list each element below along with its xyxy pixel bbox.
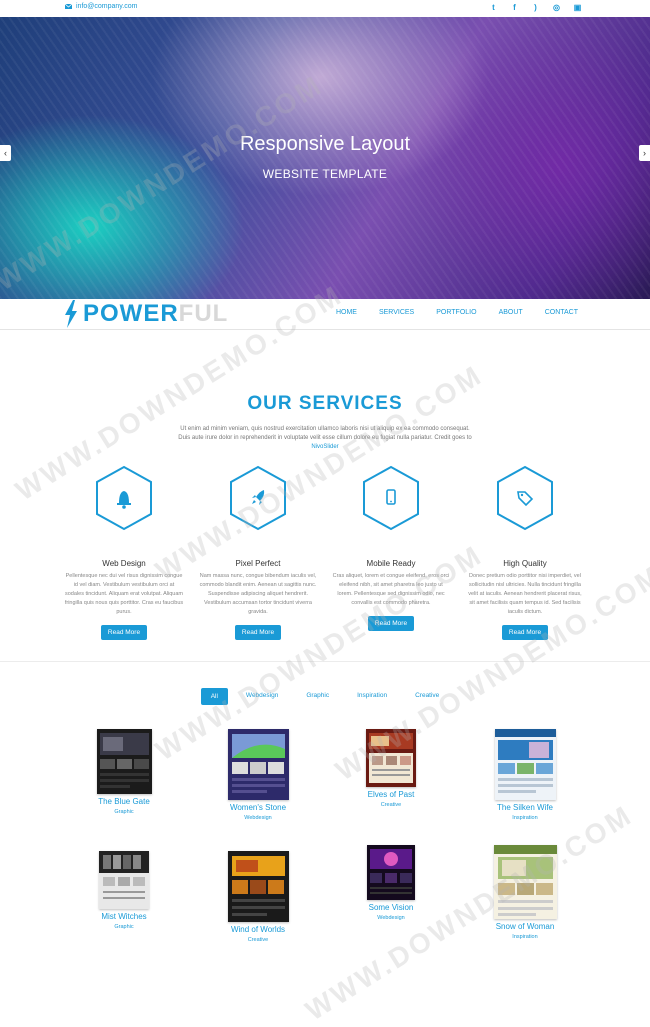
portfolio-title: The Silken Wife xyxy=(496,803,554,812)
nav-menu: HOME SERVICES PORTFOLIO ABOUT CONTACT xyxy=(336,309,578,316)
portfolio-category: Webdesign xyxy=(377,915,405,921)
filter-graphic[interactable]: Graphic xyxy=(296,688,339,705)
logo-part-power: POWER xyxy=(83,300,179,327)
service-card: Pixel Perfect Nam massa nunc, congue bib… xyxy=(198,465,318,640)
portfolio-category: Inspiration xyxy=(512,934,538,940)
tag-icon xyxy=(517,491,534,507)
portfolio-thumbnail xyxy=(96,729,152,794)
hexagon-frame xyxy=(96,465,152,531)
social-links: t f ) ◎ ▣ xyxy=(489,3,582,12)
portfolio-thumbnail xyxy=(366,729,416,787)
portfolio-thumbnail xyxy=(494,729,556,800)
facebook-icon[interactable]: f xyxy=(510,3,519,12)
portfolio-title: The Blue Gate xyxy=(98,797,150,806)
site-logo[interactable]: POWERFUL xyxy=(64,300,228,328)
portfolio-item[interactable]: Some Vision Webdesign xyxy=(331,845,451,921)
nav-about[interactable]: ABOUT xyxy=(499,309,523,316)
filter-webdesign[interactable]: Webdesign xyxy=(236,688,288,705)
portfolio-category: Graphic xyxy=(114,924,134,930)
read-more-button[interactable]: Read More xyxy=(501,625,549,640)
portfolio-title: Snow of Woman xyxy=(495,922,555,931)
hexagon-frame xyxy=(497,465,553,531)
service-name: Web Design xyxy=(102,559,146,568)
logo-wordmark: POWERFUL xyxy=(83,300,228,328)
portfolio-title: Women's Stone xyxy=(229,803,287,812)
hexagon-frame xyxy=(230,465,286,531)
nivoslider-link[interactable]: NivoSlider xyxy=(311,444,338,450)
portfolio-title: Mist Witches xyxy=(101,912,147,921)
portfolio-category: Creative xyxy=(247,937,269,943)
portfolio-category: Webdesign xyxy=(244,815,272,821)
portfolio-item[interactable]: Mist Witches Graphic xyxy=(64,851,184,930)
nav-contact[interactable]: CONTACT xyxy=(545,309,578,316)
service-text: Pellentesque nec dui vel risus dignissim… xyxy=(64,573,184,615)
portfolio-item[interactable]: The Silken Wife Inspiration xyxy=(465,729,585,821)
nav-home[interactable]: HOME xyxy=(336,309,357,316)
dribbble-icon[interactable]: ◎ xyxy=(552,3,561,12)
rss-icon[interactable]: ) xyxy=(531,3,540,12)
service-name: Pixel Perfect xyxy=(235,559,281,568)
portfolio-item[interactable]: The Blue Gate Graphic xyxy=(64,729,184,815)
envelope-icon xyxy=(65,4,72,9)
read-more-button[interactable]: Read More xyxy=(234,625,282,640)
service-name: High Quality xyxy=(503,559,547,568)
portfolio-thumbnail xyxy=(99,851,149,909)
nav-services[interactable]: SERVICES xyxy=(379,309,414,316)
slider-prev-button[interactable]: ‹ xyxy=(0,145,11,161)
hero-title: Responsive Layout xyxy=(239,133,411,155)
mobile-icon xyxy=(386,489,396,505)
portfolio-item[interactable]: Snow of Woman Inspiration xyxy=(465,845,585,940)
services-title: OUR SERVICES xyxy=(247,393,403,414)
main-navbar: POWERFUL HOME SERVICES PORTFOLIO ABOUT C… xyxy=(0,299,650,330)
lightning-bolt-icon xyxy=(65,300,77,328)
portfolio-title: Wind of Worlds xyxy=(230,925,286,934)
read-more-button[interactable]: Read More xyxy=(100,625,148,640)
filter-inspiration[interactable]: Inspiration xyxy=(347,688,397,705)
service-text: Donec pretium odio porttitor nisi imperd… xyxy=(468,573,582,615)
portfolio-thumbnail xyxy=(227,851,289,922)
portfolio-category: Inspiration xyxy=(512,815,538,821)
hero-subtitle: WEBSITE TEMPLATE xyxy=(262,167,388,181)
read-more-button[interactable]: Read More xyxy=(367,616,415,631)
section-divider xyxy=(0,661,650,662)
instagram-icon[interactable]: ▣ xyxy=(573,3,582,12)
service-card: Web Design Pellentesque nec dui vel risu… xyxy=(64,465,184,640)
portfolio-thumbnail xyxy=(493,845,557,919)
portfolio-category: Creative xyxy=(380,802,402,808)
services-description: Ut enim ad minim veniam, quis nostrud ex… xyxy=(175,425,475,452)
rocket-icon xyxy=(252,490,265,505)
filter-creative[interactable]: Creative xyxy=(405,688,449,705)
services-description-text: Ut enim ad minim veniam, quis nostrud ex… xyxy=(178,426,472,441)
filter-all[interactable]: All xyxy=(200,688,228,705)
portfolio-item[interactable]: Women's Stone Webdesign xyxy=(198,729,318,821)
service-name: Mobile Ready xyxy=(366,559,416,568)
portfolio-item[interactable]: Elves of Past Creative xyxy=(331,729,451,808)
portfolio-title: Some Vision xyxy=(368,903,414,912)
portfolio-category: Graphic xyxy=(114,809,134,815)
logo-part-ful: FUL xyxy=(178,300,229,327)
portfolio-title: Elves of Past xyxy=(367,790,415,799)
service-card: High Quality Donec pretium odio porttito… xyxy=(465,465,585,640)
slider-next-button[interactable]: › xyxy=(639,145,650,161)
portfolio-item[interactable]: Wind of Worlds Creative xyxy=(198,851,318,943)
service-text: Nam massa nunc, congue bibendum iaculis … xyxy=(199,573,317,615)
service-card: Mobile Ready Cras aliquet, lorem et cong… xyxy=(331,465,451,631)
portfolio-thumbnail xyxy=(367,845,415,900)
email-link[interactable]: info@company.com xyxy=(65,3,137,10)
hero-slider: Responsive Layout WEBSITE TEMPLATE ‹ › xyxy=(0,17,650,299)
email-text: info@company.com xyxy=(76,3,138,10)
twitter-icon[interactable]: t xyxy=(489,3,498,12)
top-bar: info@company.com t f ) ◎ ▣ xyxy=(0,0,650,17)
hexagon-frame xyxy=(363,465,419,531)
portfolio-thumbnail xyxy=(227,729,289,800)
service-text: Cras aliquet, lorem et congue eleifend, … xyxy=(332,573,450,606)
portfolio-filters: All Webdesign Graphic Inspiration Creati… xyxy=(0,688,650,705)
nav-portfolio[interactable]: PORTFOLIO xyxy=(436,309,476,316)
bell-icon xyxy=(117,491,131,509)
